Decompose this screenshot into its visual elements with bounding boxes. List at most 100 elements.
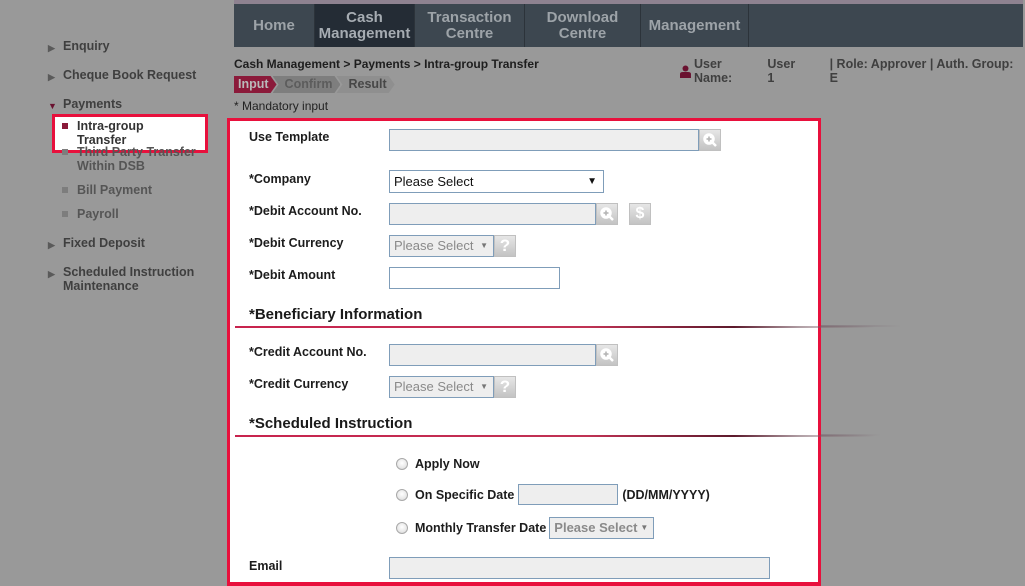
- sidebar-subitem-third-party-transfer[interactable]: Third Party Transfer Within DSB: [62, 145, 196, 173]
- sidebar-subitem-label: Third Party Transfer Within DSB: [77, 145, 196, 173]
- progress-steps: Input Confirm Result: [234, 76, 391, 93]
- use-template-input[interactable]: [389, 129, 699, 151]
- credit-account-search-button[interactable]: [596, 344, 618, 366]
- nav-home-label: Home: [253, 16, 295, 34]
- debit-currency-select[interactable]: Please Select ▼: [389, 235, 494, 257]
- apply-now-label: Apply Now: [415, 457, 480, 471]
- credit-account-input[interactable]: [389, 344, 596, 366]
- mandatory-note: * Mandatory input: [234, 99, 329, 113]
- beneficiary-section-title: *Beneficiary Information: [249, 306, 423, 323]
- bullet-icon: [62, 123, 68, 129]
- balance-button[interactable]: $: [629, 203, 651, 225]
- user-name-value: User 1: [767, 57, 796, 85]
- specific-date-input[interactable]: [518, 484, 619, 505]
- step-result: Result: [336, 76, 394, 93]
- nav-management[interactable]: Management: [641, 4, 749, 47]
- company-selected-value: Please Select: [394, 174, 474, 189]
- monthly-transfer-option[interactable]: Monthly Transfer Date Please Select ▼: [396, 517, 655, 539]
- chevron-down-icon: ▼: [48, 101, 57, 111]
- debit-currency-help-button[interactable]: ?: [494, 235, 516, 257]
- monthly-selected-value: Please Select: [554, 520, 638, 535]
- credit-account-label: *Credit Account No.: [249, 345, 367, 359]
- step-input: Input: [234, 76, 277, 93]
- date-format-hint: (DD/MM/YYYY): [622, 487, 710, 502]
- bullet-icon: [62, 149, 68, 155]
- sidebar-item-cheque-book-request[interactable]: ▶ Cheque Book Request: [48, 68, 196, 84]
- credit-currency-help-button[interactable]: ?: [494, 376, 516, 398]
- help-icon: ?: [499, 236, 511, 255]
- user-info: User Name: User 1 | Role: Approver | Aut…: [680, 57, 1025, 85]
- email-label: Email: [249, 559, 283, 573]
- specific-date-radio[interactable]: [396, 488, 408, 501]
- debit-amount-label: *Debit Amount: [249, 268, 336, 282]
- credit-currency-selected-value: Please Select: [394, 379, 474, 394]
- nav-cash-management[interactable]: Cash Management: [315, 4, 415, 47]
- nav-home[interactable]: Home: [234, 4, 315, 47]
- chevron-right-icon: ▶: [48, 240, 55, 250]
- apply-now-radio[interactable]: [396, 458, 408, 470]
- bullet-icon: [62, 187, 68, 193]
- nav-download-centre[interactable]: Download Centre: [525, 4, 641, 47]
- dropdown-caret-icon: ▼: [587, 176, 597, 187]
- debit-account-label: *Debit Account No.: [249, 204, 362, 218]
- user-icon: [680, 65, 691, 78]
- monthly-transfer-label: Monthly Transfer Date: [415, 521, 547, 535]
- monthly-transfer-select[interactable]: Please Select ▼: [549, 517, 655, 539]
- chevron-right-icon: ▶: [48, 269, 55, 279]
- sidebar-item-label: Fixed Deposit: [63, 236, 145, 250]
- breadcrumb: Cash Management > Payments > Intra-group…: [234, 57, 539, 71]
- magnify-plus-icon: [703, 133, 717, 147]
- user-name-label: User Name:: [693, 57, 733, 85]
- apply-now-option[interactable]: Apply Now: [396, 457, 480, 471]
- sidebar-item-payments[interactable]: ▼ Payments: [48, 97, 122, 113]
- section-divider: [235, 435, 875, 437]
- specific-date-option[interactable]: On Specific Date (DD/MM/YYYY): [396, 484, 710, 505]
- scheduled-section-title: *Scheduled Instruction: [249, 415, 413, 432]
- section-divider: [235, 326, 875, 328]
- nav-management-label: Management: [648, 16, 741, 34]
- sidebar-item-label: Cheque Book Request: [63, 68, 197, 82]
- chevron-right-icon: ▶: [48, 72, 55, 82]
- main-nav: Home Cash Management Transaction Centre Do…: [234, 4, 1023, 47]
- dollar-icon: $: [635, 205, 645, 222]
- magnify-plus-icon: [600, 348, 614, 362]
- credit-currency-label: *Credit Currency: [249, 377, 349, 391]
- sidebar-item-scheduled-instruction-maintenance[interactable]: ▶ Scheduled Instruction Maintenance: [48, 265, 194, 293]
- sidebar-item-fixed-deposit[interactable]: ▶ Fixed Deposit: [48, 236, 145, 252]
- use-template-label: Use Template: [249, 130, 330, 144]
- sidebar-item-enquiry[interactable]: ▶ Enquiry: [48, 39, 110, 55]
- nav-transaction-centre-label: Transaction Centre: [427, 8, 512, 42]
- credit-currency-select[interactable]: Please Select ▼: [389, 376, 494, 398]
- debit-account-input[interactable]: [389, 203, 596, 225]
- sidebar-subitem-label: Bill Payment: [77, 183, 153, 197]
- role-info: | Role: Approver | Auth. Group: E: [829, 57, 1014, 85]
- magnify-plus-icon: [600, 207, 614, 221]
- debit-currency-label: *Debit Currency: [249, 236, 344, 250]
- sidebar-item-label: Payments: [63, 97, 123, 111]
- sidebar-item-label: Scheduled Instruction Maintenance: [63, 265, 195, 293]
- sidebar-subitem-payroll[interactable]: Payroll: [62, 207, 119, 221]
- monthly-transfer-radio[interactable]: [396, 522, 408, 534]
- step-confirm: Confirm: [273, 76, 341, 93]
- dropdown-caret-icon: ▼: [640, 523, 649, 532]
- sidebar-subitem-bill-payment[interactable]: Bill Payment: [62, 183, 152, 197]
- nav-transaction-centre[interactable]: Transaction Centre: [415, 4, 525, 47]
- company-label: *Company: [249, 172, 311, 186]
- debit-account-search-button[interactable]: [596, 203, 618, 225]
- nav-download-centre-label: Download Centre: [546, 8, 619, 42]
- sidebar-subitem-label: Intra-group Transfer: [77, 119, 144, 147]
- debit-amount-input[interactable]: [389, 267, 560, 289]
- company-select[interactable]: Please Select ▼: [389, 170, 604, 193]
- sidebar-item-label: Enquiry: [63, 39, 110, 53]
- email-input[interactable]: [389, 557, 770, 579]
- nav-cash-management-label: Cash Management: [318, 8, 411, 42]
- transfer-form: Use Template *Company Please Select ▼ *D…: [227, 118, 875, 586]
- chevron-right-icon: ▶: [48, 43, 55, 53]
- dropdown-caret-icon: ▼: [480, 241, 488, 250]
- dropdown-caret-icon: ▼: [480, 382, 488, 391]
- template-search-button[interactable]: [699, 129, 721, 151]
- bullet-icon: [62, 211, 68, 217]
- help-icon: ?: [499, 377, 511, 396]
- sidebar-subitem-label: Payroll: [77, 207, 119, 221]
- specific-date-label: On Specific Date: [415, 487, 515, 502]
